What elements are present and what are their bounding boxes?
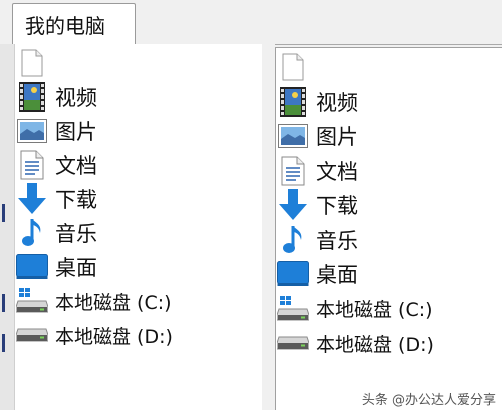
right-folder-pane: 视频图片文档下载音乐桌面本地磁盘 (C:) 本地磁盘 (D:) (275, 47, 502, 410)
folder-item[interactable]: 图片 (276, 119, 502, 153)
folder-item[interactable]: 下载 (276, 188, 502, 222)
tab-my-computer[interactable]: 我的电脑 (12, 3, 136, 44)
folder-item[interactable]: 视频 (15, 80, 262, 114)
folder-item[interactable]: 桌面 (276, 257, 502, 291)
folder-item[interactable]: 本地磁盘 (C:) (15, 284, 262, 318)
folder-item[interactable]: 本地磁盘 (D:) (276, 326, 502, 360)
folder-item-label: 本地磁盘 (C:) (316, 299, 433, 321)
folder-item-label: 本地磁盘 (C:) (55, 291, 172, 314)
folder-item-label: 桌面 (316, 263, 358, 287)
watermark: 头条 @办公达人爱分享 (361, 393, 496, 408)
folder-item[interactable]: 音乐 (276, 223, 502, 257)
folder-item-label: 下载 (55, 188, 97, 212)
edge-marker (2, 294, 5, 312)
folder-item-label: 本地磁盘 (D:) (55, 325, 173, 348)
folder-item[interactable]: 音乐 (15, 216, 262, 250)
folder-item[interactable]: 本地磁盘 (D:) (15, 318, 262, 352)
edge-marker (2, 334, 5, 352)
folder-item-label: 视频 (55, 86, 97, 110)
video-icon (276, 85, 310, 119)
edge-marker (2, 204, 5, 222)
desktop-icon (276, 257, 310, 291)
folder-item-label: 视频 (316, 90, 358, 115)
picture-icon (15, 114, 49, 148)
folder-item[interactable]: 文档 (15, 148, 262, 182)
document-icon (276, 154, 310, 188)
folder-item-label: 文档 (55, 154, 97, 178)
tab-bar: 我的电脑 (0, 0, 502, 45)
desktop-icon (15, 250, 49, 284)
video-icon (15, 80, 49, 114)
drive-icon (15, 318, 49, 352)
folder-item[interactable]: 下载 (15, 182, 262, 216)
system-drive-icon (276, 292, 310, 326)
download-arrow-icon (15, 182, 49, 216)
left-edge-strip (0, 44, 14, 410)
folder-item[interactable] (15, 46, 262, 80)
music-note-icon (276, 223, 310, 257)
music-note-icon (15, 216, 49, 250)
folder-item[interactable]: 视频 (276, 85, 502, 119)
folder-item[interactable]: 桌面 (15, 250, 262, 284)
system-drive-icon (15, 284, 49, 318)
folder-item-label: 文档 (316, 159, 358, 184)
folder-item[interactable]: 图片 (15, 114, 262, 148)
blank-file-icon (15, 46, 49, 80)
folder-item-label: 下载 (316, 194, 358, 218)
picture-icon (276, 119, 310, 153)
folder-item[interactable]: 文档 (276, 154, 502, 188)
folder-item[interactable] (276, 50, 502, 84)
tab-label: 我的电脑 (25, 14, 105, 38)
folder-item[interactable]: 本地磁盘 (C:) (276, 292, 502, 326)
download-arrow-icon (276, 188, 310, 222)
drive-icon (276, 326, 310, 360)
folder-item-label: 桌面 (55, 256, 97, 280)
folder-item-label: 本地磁盘 (D:) (316, 333, 434, 356)
document-icon (15, 148, 49, 182)
folder-item-label: 图片 (55, 120, 97, 144)
blank-file-icon (276, 50, 310, 84)
pane-splitter[interactable] (262, 44, 275, 410)
folder-item-label: 音乐 (55, 222, 97, 246)
left-folder-pane: 视频图片文档下载音乐桌面本地磁盘 (C:) 本地磁盘 (D:) (14, 44, 262, 410)
folder-item-label: 音乐 (316, 228, 358, 253)
folder-item-label: 图片 (316, 125, 358, 149)
